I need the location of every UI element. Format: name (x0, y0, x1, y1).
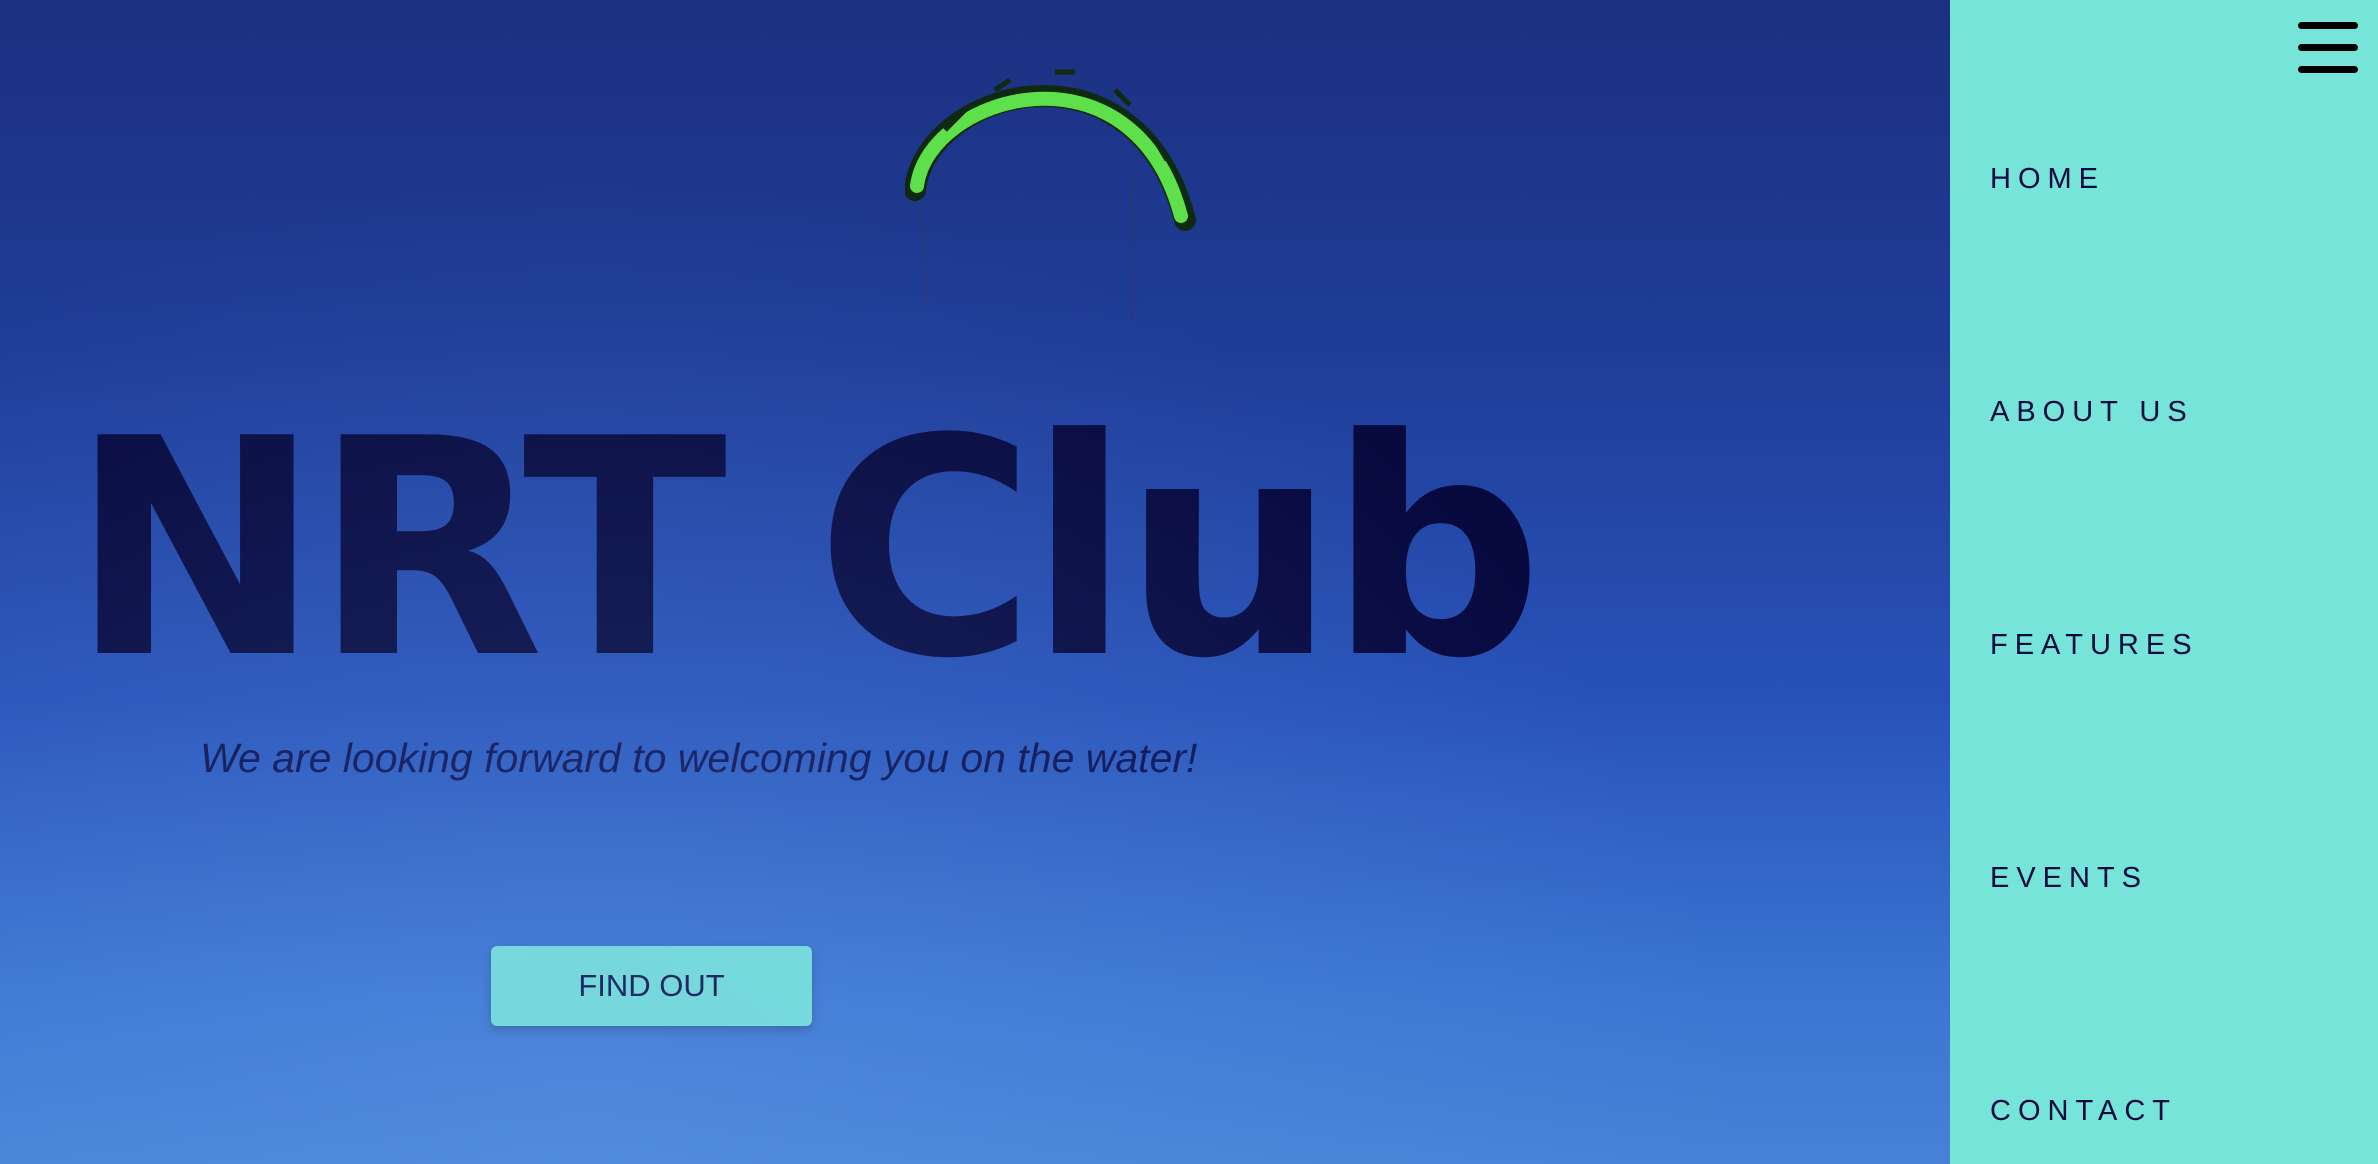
nav-item-contact[interactable]: CONTACT (1990, 1095, 2177, 1128)
menu-bar-middle (2298, 44, 2358, 51)
sidebar-nav: HOME ABOUT US FEATURES EVENTS CONTACT (1950, 0, 2378, 1164)
kite-image (905, 69, 1196, 321)
hero-section: NRT Club We are looking forward to welco… (0, 0, 1950, 1164)
nav-item-events[interactable]: EVENTS (1990, 862, 2148, 895)
nav-item-features[interactable]: FEATURES (1990, 629, 2199, 662)
hero-title: NRT Club (70, 375, 1543, 724)
find-out-button[interactable]: FIND OUT (491, 946, 812, 1026)
nav-item-home[interactable]: HOME (1990, 163, 2105, 196)
hero-subtitle: We are looking forward to welcoming you … (200, 735, 1198, 781)
hamburger-menu-icon[interactable] (2298, 22, 2358, 74)
menu-bar-top (2298, 22, 2358, 29)
menu-bar-bottom (2298, 66, 2358, 73)
page: NRT Club We are looking forward to welco… (0, 0, 2378, 1164)
nav-item-about-us[interactable]: ABOUT US (1990, 396, 2194, 429)
